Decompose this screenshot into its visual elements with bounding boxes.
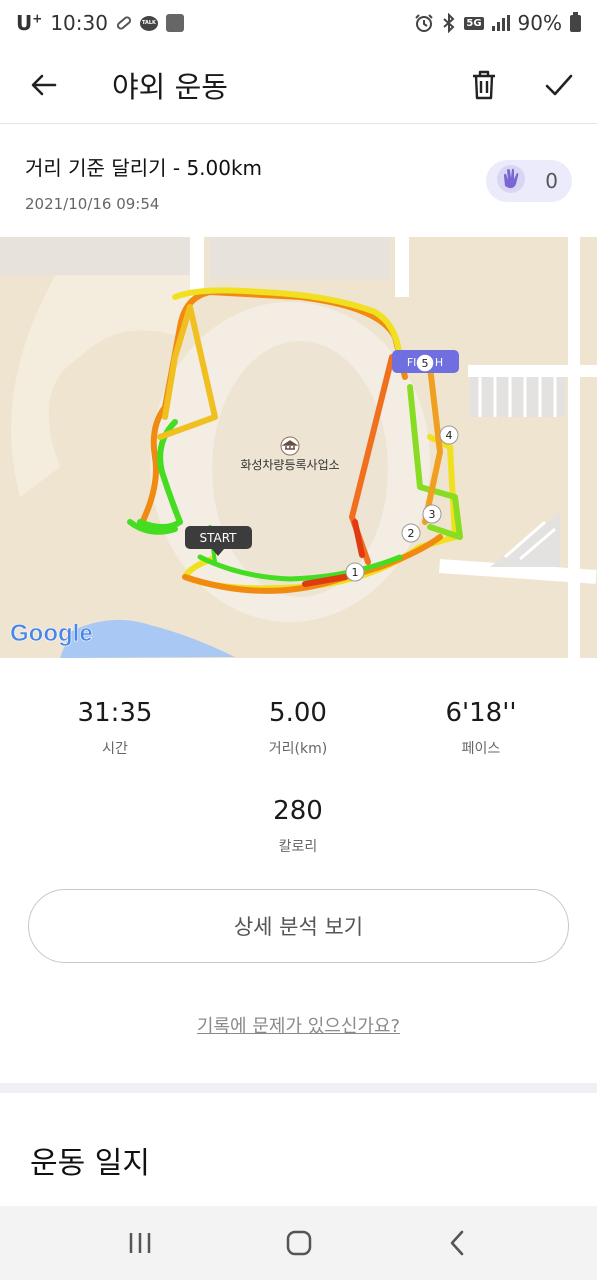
alarm-icon — [414, 13, 434, 33]
recent-apps-icon — [129, 1233, 150, 1253]
bluetooth-icon — [442, 13, 456, 33]
clap-button[interactable]: 0 — [486, 160, 572, 202]
road-2 — [395, 237, 409, 297]
home-button[interactable] — [269, 1213, 329, 1273]
battery-percent: 90% — [517, 11, 562, 35]
battery-icon — [570, 11, 581, 32]
stat-pace: 6'18'' 페이스 — [391, 698, 571, 758]
section-divider — [0, 1083, 597, 1093]
road-3 — [568, 237, 580, 658]
status-left: U+ 10:30 TALK — [16, 11, 184, 35]
stat-calories-label: 칼로리 — [278, 839, 318, 855]
stat-pace-value: 6'18'' — [445, 698, 517, 728]
km-marker-1: 1 — [345, 562, 365, 582]
system-back-button[interactable] — [428, 1213, 488, 1273]
trash-icon — [473, 70, 495, 100]
km-marker-2: 2 — [401, 523, 421, 543]
km-marker-1-label: 1 — [352, 566, 359, 579]
workout-journal-title: 운동 일지 — [30, 1146, 150, 1181]
km-marker-4-label: 4 — [446, 429, 453, 442]
clap-hands-icon — [496, 164, 526, 198]
stat-distance-label: 거리(km) — [268, 741, 328, 757]
parking-2 — [210, 237, 390, 279]
back-button[interactable] — [20, 61, 68, 109]
status-time: 10:30 — [50, 11, 108, 35]
status-bar: U+ 10:30 TALK 5G 90% — [0, 0, 597, 46]
km-marker-3: 3 — [422, 504, 442, 524]
stat-time: 31:35 시간 — [25, 698, 205, 758]
stat-time-value: 31:35 — [77, 698, 153, 728]
km-marker-3-label: 3 — [429, 508, 436, 521]
stat-calories-value: 280 — [273, 796, 323, 826]
route-map[interactable]: 화성차량등록사업소 1 2 3 4 FINISH 5 ST — [0, 237, 597, 658]
talk-icon-label: TALK — [139, 15, 158, 31]
pill-icon — [115, 14, 133, 32]
detail-analysis-button[interactable]: 상세 분석 보기 — [28, 889, 569, 963]
signal-icon — [491, 15, 510, 31]
back-arrow-icon — [31, 74, 57, 96]
road-1 — [190, 237, 204, 297]
report-problem-link[interactable]: 기록에 문제가 있으신가요? — [0, 1012, 597, 1038]
carrier-plus: + — [32, 11, 43, 26]
stat-calories: 280 칼로리 — [208, 796, 388, 856]
workout-title: 거리 기준 달리기 - 5.00km — [25, 156, 263, 180]
place-marker — [280, 436, 300, 456]
confirm-button[interactable] — [535, 61, 583, 109]
stat-pace-label: 페이스 — [461, 741, 501, 757]
system-nav-bar — [0, 1206, 597, 1280]
road-4 — [468, 365, 597, 377]
workout-date: 2021/10/16 09:54 — [25, 195, 160, 213]
delete-button[interactable] — [460, 61, 508, 109]
km-marker-4: 4 — [439, 425, 459, 445]
carrier-text: U — [16, 11, 33, 35]
stats-panel: 31:35 시간 5.00 거리(km) 6'18'' 페이스 280 칼로리 — [0, 658, 597, 888]
map-canvas: 화성차량등록사업소 1 2 3 4 FINISH 5 ST — [0, 237, 597, 658]
km-marker-5-label: 5 — [422, 357, 429, 370]
finish-badge: FINISH 5 — [392, 350, 459, 373]
carrier-label: U+ — [16, 11, 42, 35]
google-logo: Google — [10, 620, 93, 647]
recent-apps-button[interactable] — [110, 1213, 170, 1273]
parking-1 — [0, 237, 190, 275]
network-type-icon: 5G — [464, 16, 484, 30]
home-icon — [286, 1230, 311, 1256]
start-label: START — [199, 531, 237, 545]
stat-distance-value: 5.00 — [269, 698, 327, 728]
keyboard-app-icon — [165, 14, 184, 32]
km-marker-2-label: 2 — [408, 527, 415, 540]
chevron-left-icon — [450, 1230, 463, 1256]
stat-time-label: 시간 — [102, 741, 128, 757]
place-label: 화성차량등록사업소 — [240, 458, 339, 472]
status-right: 5G 90% — [414, 11, 581, 35]
clap-count: 0 — [545, 169, 558, 193]
app-bar: 야외 운동 — [0, 46, 597, 124]
workout-header: 거리 기준 달리기 - 5.00km 2021/10/16 09:54 0 — [0, 125, 597, 237]
stat-distance: 5.00 거리(km) — [208, 698, 388, 758]
check-icon — [545, 74, 573, 96]
talk-icon: TALK — [139, 15, 158, 31]
page-title: 야외 운동 — [112, 70, 228, 104]
